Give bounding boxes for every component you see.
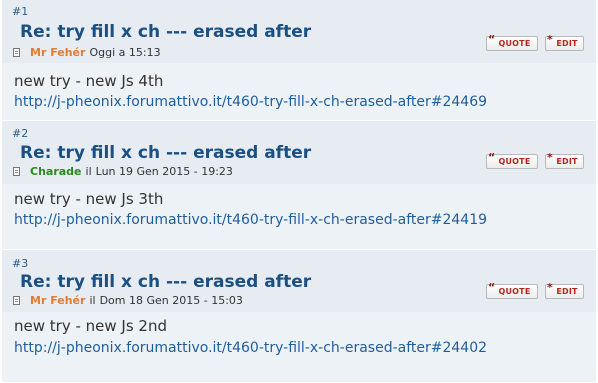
document-icon	[13, 48, 20, 57]
post-header: #1 Re: try fill x ch --- erased after Mr…	[2, 0, 596, 63]
post-body: new try - new Js 4th http://j-pheonix.fo…	[2, 63, 596, 120]
post-body: new try - new Js 3th http://j-pheonix.fo…	[2, 184, 596, 249]
quote-mark-icon: “	[488, 151, 496, 164]
post-body: new try - new Js 2nd http://j-pheonix.fo…	[2, 312, 596, 382]
post-actions: “ QUOTE * EDIT	[486, 151, 584, 169]
quote-button[interactable]: “ QUOTE	[486, 33, 538, 51]
post-author[interactable]: Mr Fehér	[30, 46, 85, 59]
post-title[interactable]: Re: try fill x ch --- erased after	[20, 143, 311, 163]
post-date: Lun 19 Gen 2015 - 19:23	[95, 165, 233, 178]
edit-label: EDIT	[556, 287, 578, 296]
post-author[interactable]: Mr Fehér	[30, 294, 85, 307]
document-icon	[13, 167, 20, 176]
post-title[interactable]: Re: try fill x ch --- erased after	[20, 272, 311, 292]
quote-label: QUOTE	[498, 157, 531, 166]
pencil-icon: *	[547, 33, 553, 46]
pencil-icon: *	[547, 151, 553, 164]
post-date-prefix: il	[89, 294, 96, 307]
quote-mark-icon: “	[488, 33, 496, 46]
post-actions: “ QUOTE * EDIT	[486, 33, 584, 51]
quote-label: QUOTE	[498, 287, 531, 296]
post-date: Oggi a 15:13	[89, 46, 161, 59]
post-number-link[interactable]: #3	[12, 257, 28, 270]
post-header: #2 Re: try fill x ch --- erased after Ch…	[2, 121, 596, 184]
quote-button[interactable]: “ QUOTE	[486, 281, 538, 299]
edit-button[interactable]: * EDIT	[545, 151, 584, 169]
edit-label: EDIT	[556, 157, 578, 166]
post-date-prefix: il	[85, 165, 92, 178]
post-header: #3 Re: try fill x ch --- erased after Mr…	[2, 250, 596, 312]
document-icon	[13, 296, 20, 305]
quote-button[interactable]: “ QUOTE	[486, 151, 538, 169]
edit-button[interactable]: * EDIT	[545, 281, 584, 299]
quote-label: QUOTE	[498, 39, 531, 48]
post-meta: Mr Fehér il Dom 18 Gen 2015 - 15:03	[13, 294, 243, 307]
post-content: new try - new Js 4th	[14, 72, 164, 90]
post-link[interactable]: http://j-pheonix.forumattivo.it/t460-try…	[14, 94, 487, 110]
quote-mark-icon: “	[488, 281, 496, 294]
post-link[interactable]: http://j-pheonix.forumattivo.it/t460-try…	[14, 340, 487, 356]
post: #3 Re: try fill x ch --- erased after Mr…	[2, 250, 596, 383]
post-date: Dom 18 Gen 2015 - 15:03	[99, 294, 243, 307]
post-number-link[interactable]: #2	[12, 127, 28, 140]
post-actions: “ QUOTE * EDIT	[486, 281, 584, 299]
edit-button[interactable]: * EDIT	[545, 33, 584, 51]
post-thread: #1 Re: try fill x ch --- erased after Mr…	[2, 0, 596, 383]
post-title[interactable]: Re: try fill x ch --- erased after	[20, 22, 311, 42]
post-author[interactable]: Charade	[30, 165, 82, 178]
post-link[interactable]: http://j-pheonix.forumattivo.it/t460-try…	[14, 212, 487, 228]
pencil-icon: *	[547, 281, 553, 294]
post-number-link[interactable]: #1	[12, 5, 28, 18]
post-content: new try - new Js 3th	[14, 190, 164, 208]
post-meta: Mr Fehér Oggi a 15:13	[13, 46, 161, 59]
edit-label: EDIT	[556, 39, 578, 48]
post: #2 Re: try fill x ch --- erased after Ch…	[2, 121, 596, 250]
post-content: new try - new Js 2nd	[14, 317, 167, 335]
post-meta: Charade il Lun 19 Gen 2015 - 19:23	[13, 165, 233, 178]
post: #1 Re: try fill x ch --- erased after Mr…	[2, 0, 596, 121]
